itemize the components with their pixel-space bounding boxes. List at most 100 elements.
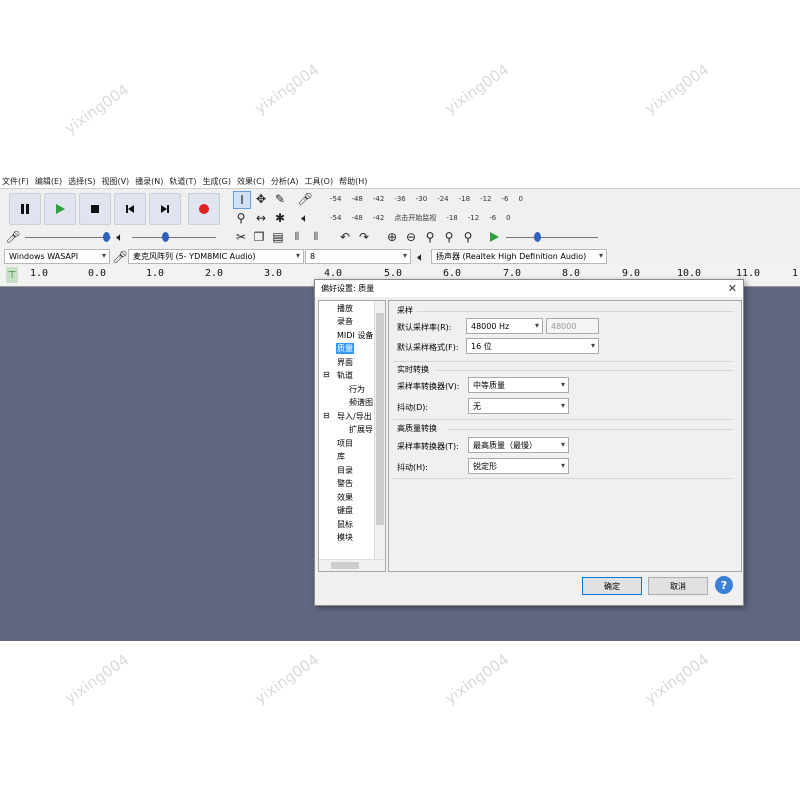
record-meter-mic[interactable]: 🎤︎: [297, 191, 313, 207]
cancel-button[interactable]: 取消: [648, 577, 708, 595]
menu-help[interactable]: 帮助(H): [337, 176, 371, 187]
meter-tick: 0: [506, 214, 511, 222]
skip-to-start-button[interactable]: [114, 193, 146, 225]
play-meter-speaker[interactable]: 🔈︎: [297, 210, 313, 226]
tree-item-modules[interactable]: 模块: [337, 532, 353, 543]
tree-item-spectrogram[interactable]: 频谱图: [349, 397, 373, 408]
section-hq-title: 高质量转换: [397, 424, 437, 433]
silence-button[interactable]: ⫼: [308, 229, 324, 245]
multi-tool[interactable]: ✱: [272, 210, 288, 226]
sample-format-label: 默认采样格式(F):: [397, 343, 459, 352]
record-meter[interactable]: -54 -48 -42 -36 -30 -24 -18 -12 -6 0: [330, 192, 533, 206]
fit-project-button[interactable]: ⚲: [441, 229, 457, 245]
tree-item-libraries[interactable]: 库: [337, 451, 345, 462]
dialog-title-bar[interactable]: 偏好设置: 质量 ✕: [315, 280, 743, 297]
tree-item-recording[interactable]: 录音: [337, 316, 353, 327]
tree-item-effects[interactable]: 效果: [337, 492, 353, 503]
tree-expander[interactable]: ⊟: [323, 370, 330, 379]
sample-rate-select[interactable]: 48000 Hz ▾: [466, 318, 543, 334]
tree-item-import-export[interactable]: 导入/导出: [337, 411, 372, 422]
hq-dither-select[interactable]: 锐定形 ▾: [468, 458, 569, 474]
pause-button[interactable]: [9, 193, 41, 225]
zoom-in-button[interactable]: ⊕: [384, 229, 400, 245]
hq-converter-select[interactable]: 最高质量（最慢） ▾: [468, 437, 569, 453]
menu-transport[interactable]: 播录(N): [133, 176, 167, 187]
zoom-toggle-button[interactable]: ⚲: [460, 229, 476, 245]
tree-item-mouse[interactable]: 鼠标: [337, 519, 353, 530]
watermark: yixing004: [641, 60, 713, 118]
record-button[interactable]: [188, 193, 220, 225]
tree-item-interface[interactable]: 界面: [337, 357, 353, 368]
redo-button[interactable]: ↷: [356, 229, 372, 245]
tree-vertical-scrollbar[interactable]: [374, 301, 385, 559]
tree-item-warnings[interactable]: 警告: [337, 478, 353, 489]
copy-button[interactable]: ❐: [251, 229, 267, 245]
tree-horizontal-scrollbar[interactable]: [319, 559, 385, 571]
stop-button[interactable]: [79, 193, 111, 225]
menu-select[interactable]: 选择(S): [66, 176, 99, 187]
recording-device-select[interactable]: 麦克风阵列 (5- YDM8MIC Audio) ▾: [128, 249, 304, 264]
envelope-tool[interactable]: ✥: [253, 191, 269, 207]
tree-item-tracks[interactable]: 轨道: [337, 370, 353, 381]
realtime-converter-select[interactable]: 中等质量 ▾: [468, 377, 569, 393]
play-at-speed-icon: [490, 232, 499, 242]
fit-selection-button[interactable]: ⚲: [422, 229, 438, 245]
undo-button[interactable]: ↶: [337, 229, 353, 245]
menu-file[interactable]: 文件(F): [0, 176, 33, 187]
cut-button[interactable]: ✂: [233, 229, 249, 245]
microphone-icon: 🎤︎: [5, 230, 21, 244]
menu-analyze[interactable]: 分析(A): [269, 176, 303, 187]
menu-effect[interactable]: 效果(C): [235, 176, 269, 187]
paste-button[interactable]: ▤: [270, 229, 286, 245]
tree-item-behavior[interactable]: 行为: [349, 384, 365, 395]
menu-generate[interactable]: 生成(G): [201, 176, 235, 187]
zoom-tool[interactable]: ⚲: [233, 210, 249, 226]
watermark: yixing004: [61, 650, 133, 708]
audio-host-select[interactable]: Windows WASAPI ▾: [4, 249, 110, 264]
play-at-speed-button[interactable]: [486, 229, 502, 245]
recording-channels-select[interactable]: 8 ▾: [305, 249, 411, 264]
playback-meter[interactable]: -54 -48 -42 点击开始监视 -18 -12 -6 0: [330, 211, 521, 225]
chevron-down-icon: ▾: [534, 321, 539, 330]
play-speed-slider[interactable]: [506, 231, 598, 243]
menu-tools[interactable]: 工具(O): [303, 176, 338, 187]
tree-item-directories[interactable]: 目录: [337, 465, 353, 476]
tree-item-playback[interactable]: 播放: [337, 303, 353, 314]
ruler-tick: 1.0: [146, 268, 165, 279]
ruler-tick: 5.0: [384, 268, 403, 279]
realtime-dither-select[interactable]: 无 ▾: [468, 398, 569, 414]
ruler-tick: 3.0: [264, 268, 283, 279]
skip-to-end-button[interactable]: [149, 193, 181, 225]
playback-volume-slider[interactable]: [132, 231, 216, 243]
sample-rate-custom-input[interactable]: 48000: [546, 318, 599, 334]
trim-button[interactable]: ⫼: [289, 229, 305, 245]
menu-edit[interactable]: 编辑(E): [33, 176, 66, 187]
menu-view[interactable]: 视图(V): [99, 176, 133, 187]
tree-item-midi[interactable]: MIDI 设备: [337, 330, 373, 341]
ok-button[interactable]: 确定: [582, 577, 642, 595]
play-button[interactable]: [44, 193, 76, 225]
record-volume-slider[interactable]: [25, 231, 111, 243]
preferences-dialog: 偏好设置: 质量 ✕ 播放 录音 MIDI 设备 质量 界面 ⊟ 轨道 行为 频…: [314, 279, 744, 606]
ruler-tick: 1.0: [30, 268, 49, 279]
sample-format-select[interactable]: 16 位 ▾: [466, 338, 599, 354]
pin-icon[interactable]: ⊤: [6, 267, 18, 283]
selection-tool[interactable]: I: [233, 191, 251, 209]
help-icon[interactable]: ?: [715, 576, 733, 594]
tree-item-keyboard[interactable]: 键盘: [337, 505, 353, 516]
tree-item-projects[interactable]: 项目: [337, 438, 353, 449]
chevron-down-icon: ▾: [560, 401, 565, 410]
draw-tool[interactable]: ✎: [272, 191, 288, 207]
tree-item-extended-import[interactable]: 扩展导: [349, 424, 373, 435]
menu-tracks[interactable]: 轨道(T): [167, 176, 200, 187]
close-icon[interactable]: ✕: [728, 282, 737, 295]
tree-item-quality[interactable]: 质量: [336, 343, 354, 354]
zoom-out-button[interactable]: ⊖: [403, 229, 419, 245]
speaker-icon: 🔈︎: [301, 210, 309, 225]
meter-hint: 点击开始监视: [394, 214, 437, 222]
playback-device-select[interactable]: 扬声器 (Realtek High Definition Audio) ▾: [431, 249, 607, 264]
chevron-down-icon: ▾: [295, 251, 300, 260]
preferences-tree[interactable]: 播放 录音 MIDI 设备 质量 界面 ⊟ 轨道 行为 频谱图 ⊟ 导入/导出 …: [318, 300, 386, 572]
tree-expander[interactable]: ⊟: [323, 411, 330, 420]
timeshift-tool[interactable]: ↔: [253, 210, 269, 226]
